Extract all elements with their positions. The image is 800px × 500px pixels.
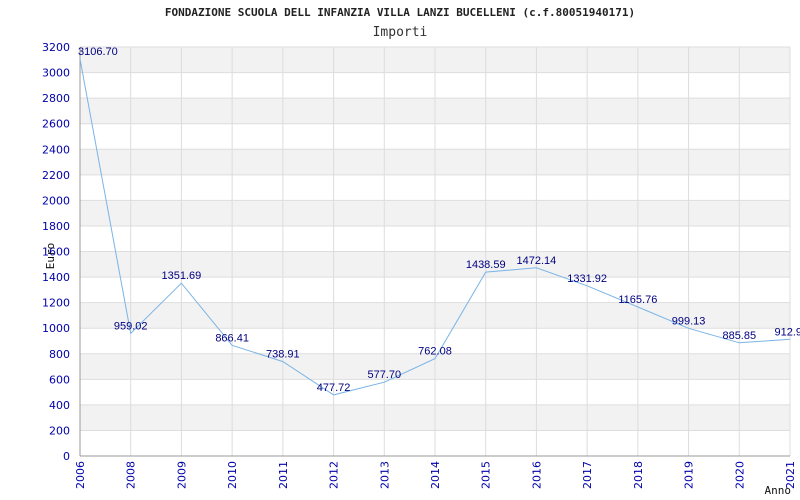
data-label: 1165.76 <box>618 294 657 306</box>
y-tick-label: 1200 <box>42 297 70 310</box>
x-tick-label: 2012 <box>328 461 341 489</box>
x-tick-label: 2017 <box>581 461 594 489</box>
y-tick-label: 800 <box>49 348 70 361</box>
y-tick-label: 2200 <box>42 169 70 182</box>
x-tick-label: 2016 <box>530 461 543 489</box>
y-tick-label: 1400 <box>42 271 70 284</box>
data-label: 999.13 <box>672 315 706 327</box>
x-tick-label: 2020 <box>733 461 746 489</box>
x-tick-label: 2013 <box>378 461 391 489</box>
data-label: 959.02 <box>114 320 148 332</box>
y-tick-label: 0 <box>63 450 70 463</box>
y-tick-label: 600 <box>49 373 70 386</box>
x-tick-label: 2014 <box>429 461 442 489</box>
data-label: 866.41 <box>215 332 249 344</box>
y-tick-label: 2000 <box>42 194 70 207</box>
x-tick-label: 2015 <box>480 461 493 489</box>
data-label: 1472.14 <box>517 255 557 267</box>
data-label: 577.70 <box>367 369 401 381</box>
y-tick-label: 200 <box>49 424 70 437</box>
x-tick-label: 2011 <box>277 461 290 489</box>
data-label: 738.91 <box>266 349 300 361</box>
data-label: 3106.70 <box>78 46 118 58</box>
data-label: 912.9 <box>774 326 800 338</box>
x-tick-label: 2019 <box>683 461 696 489</box>
y-tick-label: 2400 <box>42 143 70 156</box>
y-tick-label: 1000 <box>42 322 70 335</box>
line-chart: 0200400600800100012001400160018002000220… <box>42 41 800 497</box>
x-tick-label: 2008 <box>125 461 138 489</box>
data-label: 1351.69 <box>162 270 202 282</box>
data-label: 762.08 <box>418 346 452 358</box>
x-tick-label: 2006 <box>74 461 87 489</box>
y-tick-label: 2800 <box>42 92 70 105</box>
y-tick-label: 3000 <box>42 67 70 80</box>
chart-container: FONDAZIONE SCUOLA DELL INFANZIA VILLA LA… <box>0 0 800 500</box>
x-axis-title: Anno <box>765 484 792 497</box>
data-label: 885.85 <box>722 330 756 342</box>
x-tick-label: 2009 <box>175 461 188 489</box>
x-tick-label: 2018 <box>632 461 645 489</box>
data-label: 1331.92 <box>567 273 607 285</box>
y-tick-label: 3200 <box>42 41 70 54</box>
x-tick-label: 2010 <box>226 461 239 489</box>
data-label: 1438.59 <box>466 259 506 271</box>
data-label: 477.72 <box>317 382 351 394</box>
y-tick-label: 2600 <box>42 118 70 131</box>
y-axis-title: Euro <box>44 243 57 270</box>
y-tick-label: 400 <box>49 399 70 412</box>
y-tick-label: 1800 <box>42 220 70 233</box>
